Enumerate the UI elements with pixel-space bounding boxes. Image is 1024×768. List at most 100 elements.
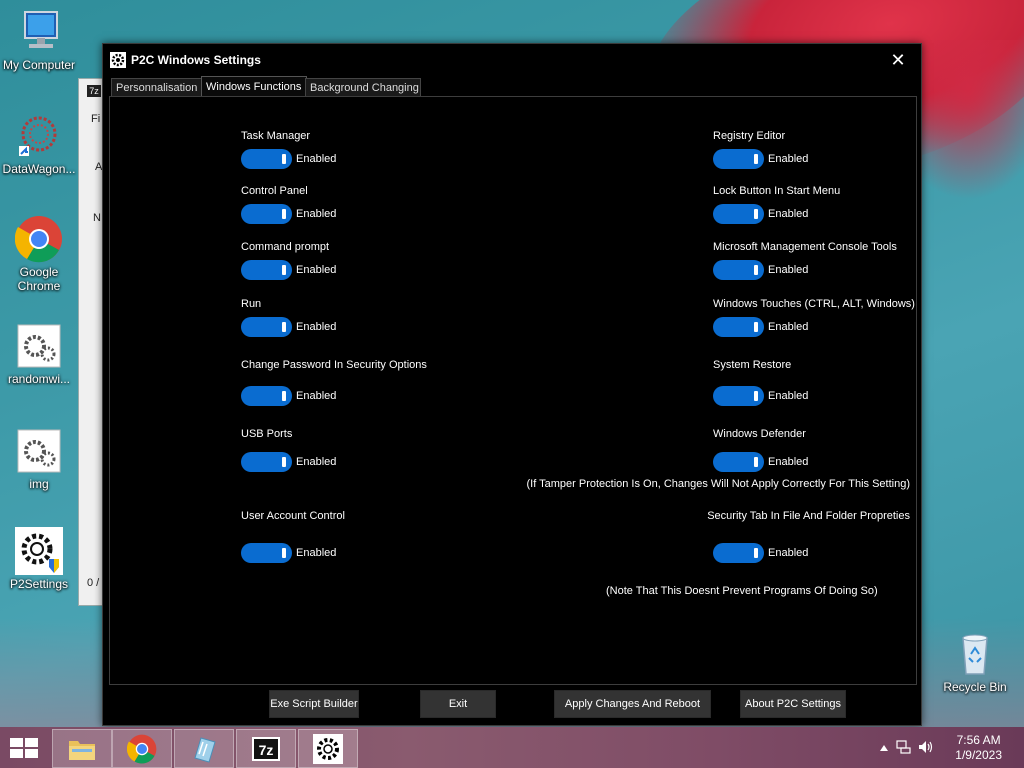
toggle-knob (282, 265, 286, 275)
bg-window-row: 0 / (87, 577, 100, 589)
defender-tamper-note: (If Tamper Protection Is On, Changes Wil… (526, 478, 910, 490)
tab-personnalisation[interactable]: Personnalisation (111, 78, 205, 97)
bg-window-row: N (93, 212, 101, 224)
toggle-state-text: Enabled (296, 390, 337, 402)
clock-date: 1/9/2023 (955, 748, 1002, 762)
toggle-run[interactable] (241, 317, 292, 337)
toggle-system-restore[interactable] (713, 386, 764, 406)
desktop-icon-label: randomwi... (7, 372, 71, 386)
desktop-icon-recycle-bin[interactable]: Recycle Bin (937, 630, 1013, 694)
toggle-mmc-tools[interactable] (713, 260, 764, 280)
toggle-state-text: Enabled (768, 208, 809, 220)
toggle-usb-ports[interactable] (241, 452, 292, 472)
toggle-registry-editor[interactable] (713, 149, 764, 169)
toggle-state-text: Enabled (768, 321, 809, 333)
setting-label-mmc-tools: Microsoft Management Console Tools (713, 241, 897, 253)
chrome-icon (126, 734, 157, 764)
network-icon[interactable] (896, 739, 912, 758)
bg-window-row: Fi (91, 113, 101, 125)
toggle-state-text: Enabled (768, 547, 809, 559)
taskbar-file-explorer[interactable] (52, 729, 112, 768)
setting-label-lock-button: Lock Button In Start Menu (713, 185, 841, 197)
toggle-state-text: Enabled (296, 547, 337, 559)
desktop-icon-label: My Computer (2, 58, 76, 72)
taskbar-notepad[interactable] (174, 729, 234, 768)
taskbar-chrome[interactable] (112, 729, 172, 768)
desktop-icon-my-computer[interactable]: My Computer (1, 8, 77, 72)
7zip-title-icon: 7z (87, 85, 101, 97)
security-tab-note: (Note That This Doesnt Prevent Programs … (606, 585, 878, 597)
tab-windows-functions[interactable]: Windows Functions (201, 76, 307, 97)
setting-label-registry-editor: Registry Editor (713, 130, 786, 142)
apply-changes-reboot-button[interactable]: Apply Changes And Reboot (554, 690, 711, 718)
computer-icon (15, 8, 63, 56)
about-p2c-settings-button[interactable]: About P2C Settings (740, 690, 846, 718)
p2settings-gear-icon (313, 734, 343, 764)
exe-script-builder-button[interactable]: Exe Script Builder (269, 690, 359, 718)
desktop-icon-label: P2Settings (9, 577, 69, 591)
setting-label-command-prompt: Command prompt (241, 241, 330, 253)
chevron-up-icon[interactable] (880, 742, 888, 754)
desktop-icon-p2settings[interactable]: P2Settings (1, 527, 77, 591)
p2c-settings-window: P2C Windows Settings ✕ Personnalisation … (102, 43, 922, 726)
toggle-state-text: Enabled (296, 264, 337, 276)
recycle-bin-icon (951, 630, 999, 678)
exit-button[interactable]: Exit (420, 690, 496, 718)
clock[interactable]: 7:56 AM 1/9/2023 (955, 733, 1002, 763)
windows-functions-panel: Task Manager Enabled Control Panel Enabl… (109, 96, 917, 685)
setting-label-system-restore: System Restore (713, 359, 792, 371)
toggle-knob (754, 209, 758, 219)
toggle-knob (754, 154, 758, 164)
toggle-control-panel[interactable] (241, 204, 292, 224)
toggle-state-text: Enabled (768, 456, 809, 468)
toggle-knob (282, 154, 286, 164)
toggle-change-password[interactable] (241, 386, 292, 406)
gears-icon (15, 427, 63, 475)
windows-logo-icon (10, 738, 38, 758)
start-button[interactable] (10, 738, 38, 758)
toggle-security-tab[interactable] (713, 543, 764, 563)
toggle-state-text: Enabled (296, 321, 337, 333)
setting-label-windows-touches: Windows Touches (CTRL, ALT, Windows) (713, 298, 915, 310)
desktop-icon-datawagon[interactable]: DataWagon... (1, 112, 77, 176)
svg-text:7z: 7z (259, 742, 274, 758)
toggle-command-prompt[interactable] (241, 260, 292, 280)
toggle-knob (282, 548, 286, 558)
volume-icon[interactable] (918, 739, 934, 758)
desktop-icon-google-chrome[interactable]: Google Chrome (1, 215, 77, 293)
taskbar-p2settings[interactable] (298, 729, 358, 768)
toggle-windows-touches[interactable] (713, 317, 764, 337)
setting-label-usb-ports: USB Ports (241, 428, 293, 440)
desktop-icon-randomwi[interactable]: randomwi... (1, 322, 77, 386)
toggle-knob (282, 209, 286, 219)
toggle-knob (754, 391, 758, 401)
setting-label-change-password: Change Password In Security Options (241, 359, 427, 371)
toggle-windows-defender[interactable] (713, 452, 764, 472)
setting-label-windows-defender: Windows Defender (713, 428, 806, 440)
app-gear-icon (110, 52, 126, 68)
gears-icon (15, 322, 63, 370)
close-button[interactable]: ✕ (883, 47, 913, 73)
datawagon-icon (15, 112, 63, 160)
toggle-lock-button[interactable] (713, 204, 764, 224)
toggle-knob (282, 391, 286, 401)
setting-label-run: Run (241, 298, 262, 310)
toggle-knob (282, 322, 286, 332)
toggle-state-text: Enabled (296, 208, 337, 220)
toggle-knob (282, 457, 286, 467)
toggle-state-text: Enabled (768, 264, 809, 276)
toggle-task-manager[interactable] (241, 149, 292, 169)
desktop-icon-label: img (29, 477, 49, 491)
desktop-icon-img[interactable]: img (1, 427, 77, 491)
taskbar: 7z 7:56 AM 1/9/2023 (0, 727, 1024, 768)
setting-label-security-tab: Security Tab In File And Folder Propreti… (707, 510, 910, 522)
toggle-user-account-control[interactable] (241, 543, 292, 563)
system-tray: 7:56 AM 1/9/2023 (864, 727, 1024, 768)
tab-background-changing[interactable]: Background Changing (305, 78, 421, 97)
setting-label-task-manager: Task Manager (241, 130, 311, 142)
toggle-knob (754, 548, 758, 558)
clock-time: 7:56 AM (956, 733, 1001, 747)
title-bar[interactable]: P2C Windows Settings ✕ (103, 44, 921, 76)
toggle-knob (754, 457, 758, 467)
taskbar-7zip[interactable]: 7z (236, 729, 296, 768)
